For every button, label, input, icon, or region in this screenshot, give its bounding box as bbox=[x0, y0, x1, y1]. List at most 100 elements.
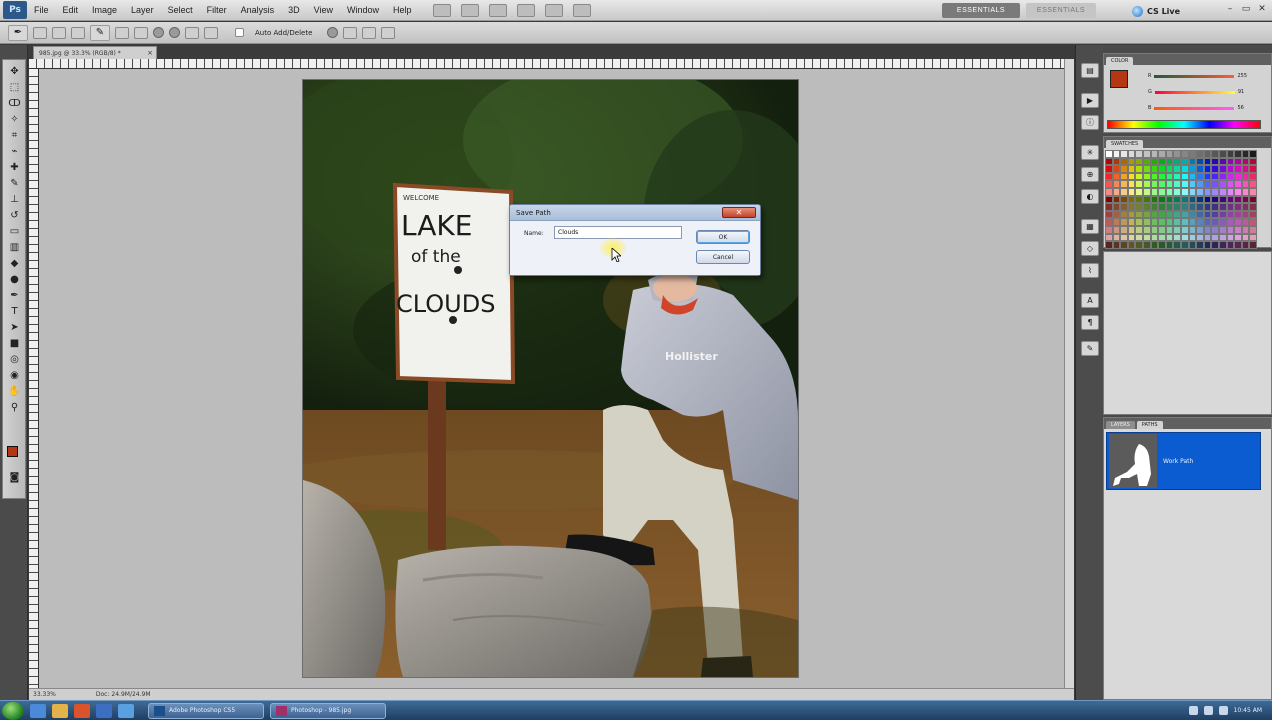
menu-window[interactable]: Window bbox=[340, 5, 386, 15]
menu-file[interactable]: File bbox=[27, 5, 56, 15]
swatch-cell[interactable] bbox=[1180, 203, 1189, 211]
swatch-cell[interactable] bbox=[1112, 203, 1121, 211]
swatch-cell[interactable] bbox=[1105, 233, 1113, 242]
swatch-cell[interactable] bbox=[1142, 195, 1151, 204]
healing-brush-tool-icon[interactable]: ✚ bbox=[6, 160, 23, 174]
swatch-cell[interactable] bbox=[1218, 187, 1227, 196]
swatch-cell[interactable] bbox=[1158, 180, 1166, 188]
swatch-cell[interactable] bbox=[1249, 241, 1257, 249]
swatch-cell[interactable] bbox=[1142, 187, 1151, 196]
swatch-cell[interactable] bbox=[1173, 187, 1181, 196]
swatch-cell[interactable] bbox=[1218, 195, 1227, 204]
swatch-cell[interactable] bbox=[1120, 241, 1128, 249]
explorer-icon[interactable] bbox=[52, 703, 68, 718]
green-slider[interactable]: G 91 bbox=[1148, 87, 1268, 97]
swatch-cell[interactable] bbox=[1241, 203, 1250, 211]
swatch-cell[interactable] bbox=[1249, 210, 1257, 219]
swatch-cell[interactable] bbox=[1105, 150, 1113, 158]
swatch-cell[interactable] bbox=[1165, 203, 1174, 211]
swatch-cell[interactable] bbox=[1135, 225, 1143, 234]
swatch-cell[interactable] bbox=[1234, 150, 1242, 158]
workspace-essentials-button[interactable]: ESSENTIALS bbox=[942, 3, 1020, 18]
swatch-cell[interactable] bbox=[1150, 210, 1159, 219]
history-brush-tool-icon[interactable]: ↺ bbox=[6, 208, 23, 222]
swatch-cell[interactable] bbox=[1158, 225, 1166, 234]
swatch-cell[interactable] bbox=[1226, 157, 1235, 166]
swatch-cell[interactable] bbox=[1218, 241, 1227, 249]
swatch-cell[interactable] bbox=[1142, 225, 1151, 234]
channels-panel-icon[interactable]: ◇ bbox=[1081, 241, 1099, 256]
red-value[interactable]: 255 bbox=[1237, 73, 1247, 79]
flag-icon[interactable] bbox=[1218, 706, 1228, 715]
swatch-cell[interactable] bbox=[1112, 187, 1121, 196]
swatch-cell[interactable] bbox=[1127, 150, 1136, 158]
swatch-cell[interactable] bbox=[1142, 172, 1151, 181]
swatch-cell[interactable] bbox=[1120, 225, 1128, 234]
swatch-cell[interactable] bbox=[1112, 165, 1121, 173]
swatch-cell[interactable] bbox=[1142, 218, 1151, 226]
swatch-cell[interactable] bbox=[1234, 172, 1242, 181]
swatch-cell[interactable] bbox=[1180, 172, 1189, 181]
swatch-cell[interactable] bbox=[1120, 203, 1128, 211]
swatch-cell[interactable] bbox=[1180, 187, 1189, 196]
document-canvas-photo[interactable]: WELCOME LAKE of the CLOUDS Hollister bbox=[303, 80, 798, 677]
swatch-cell[interactable] bbox=[1218, 203, 1227, 211]
swatch-cell[interactable] bbox=[1218, 150, 1227, 158]
minimize-button[interactable]: – bbox=[1224, 3, 1236, 15]
swatch-cell[interactable] bbox=[1105, 210, 1113, 219]
path-area-exclude-icon[interactable] bbox=[381, 26, 396, 39]
swatch-cell[interactable] bbox=[1120, 218, 1128, 226]
swatch-cell[interactable] bbox=[1180, 241, 1189, 249]
tab-paths[interactable]: PATHS bbox=[1136, 421, 1163, 429]
swatch-cell[interactable] bbox=[1203, 157, 1212, 166]
menu-layer[interactable]: Layer bbox=[124, 5, 161, 15]
color-spectrum-bar[interactable] bbox=[1107, 120, 1261, 129]
styles-panel-icon[interactable]: ✎ bbox=[1081, 341, 1099, 356]
taskbar-photoshop-button[interactable]: Adobe Photoshop CS5 bbox=[148, 702, 264, 719]
clone-stamp-tool-icon[interactable]: ⊥ bbox=[6, 192, 23, 206]
brush-presets-icon[interactable]: ✳ bbox=[1081, 145, 1099, 160]
swatch-cell[interactable] bbox=[1203, 165, 1212, 173]
swatch-cell[interactable] bbox=[1226, 180, 1235, 188]
swatch-cell[interactable] bbox=[1188, 233, 1197, 242]
brush-tool-icon[interactable]: ✎ bbox=[6, 176, 23, 190]
swatch-cell[interactable] bbox=[1173, 172, 1181, 181]
paths-panel-icon[interactable]: ⌇ bbox=[1081, 263, 1099, 278]
swatch-cell[interactable] bbox=[1211, 165, 1219, 173]
eyedropper-tool-icon[interactable]: ⌁ bbox=[6, 144, 23, 158]
swatch-cell[interactable] bbox=[1165, 157, 1174, 166]
swatch-cell[interactable] bbox=[1203, 225, 1212, 234]
swatch-cell[interactable] bbox=[1105, 157, 1113, 166]
swatch-cell[interactable] bbox=[1142, 180, 1151, 188]
swatch-cell[interactable] bbox=[1226, 150, 1235, 158]
swatch-cell[interactable] bbox=[1135, 180, 1143, 188]
swatch-cell[interactable] bbox=[1211, 210, 1219, 219]
swatch-cell[interactable] bbox=[1188, 172, 1197, 181]
close-document-icon[interactable]: × bbox=[147, 49, 153, 57]
swatch-cell[interactable] bbox=[1112, 233, 1121, 242]
swatch-cell[interactable] bbox=[1173, 218, 1181, 226]
tab-color[interactable]: COLOR bbox=[1106, 57, 1134, 65]
swatch-cell[interactable] bbox=[1211, 180, 1219, 188]
path-name-input[interactable] bbox=[554, 226, 682, 239]
swatch-cell[interactable] bbox=[1226, 165, 1235, 173]
swatch-cell[interactable] bbox=[1158, 195, 1166, 204]
swatch-cell[interactable] bbox=[1165, 150, 1174, 158]
swatch-cell[interactable] bbox=[1165, 172, 1174, 181]
swatch-cell[interactable] bbox=[1203, 218, 1212, 226]
swatch-cell[interactable] bbox=[1127, 172, 1136, 181]
swatch-cell[interactable] bbox=[1249, 233, 1257, 242]
pen-tool-icon[interactable]: ✒ bbox=[6, 288, 23, 302]
swatch-cell[interactable] bbox=[1142, 241, 1151, 249]
swatch-cell[interactable] bbox=[1196, 203, 1204, 211]
swatch-cell[interactable] bbox=[1105, 180, 1113, 188]
swatch-cell[interactable] bbox=[1196, 241, 1204, 249]
hand-tool-icon[interactable]: ✋ bbox=[6, 384, 23, 398]
swatch-cell[interactable] bbox=[1234, 218, 1242, 226]
swatch-cell[interactable] bbox=[1135, 218, 1143, 226]
swatch-cell[interactable] bbox=[1218, 180, 1227, 188]
swatch-cell[interactable] bbox=[1249, 172, 1257, 181]
swatch-cell[interactable] bbox=[1203, 241, 1212, 249]
swatch-cell[interactable] bbox=[1142, 157, 1151, 166]
swatch-cell[interactable] bbox=[1127, 187, 1136, 196]
